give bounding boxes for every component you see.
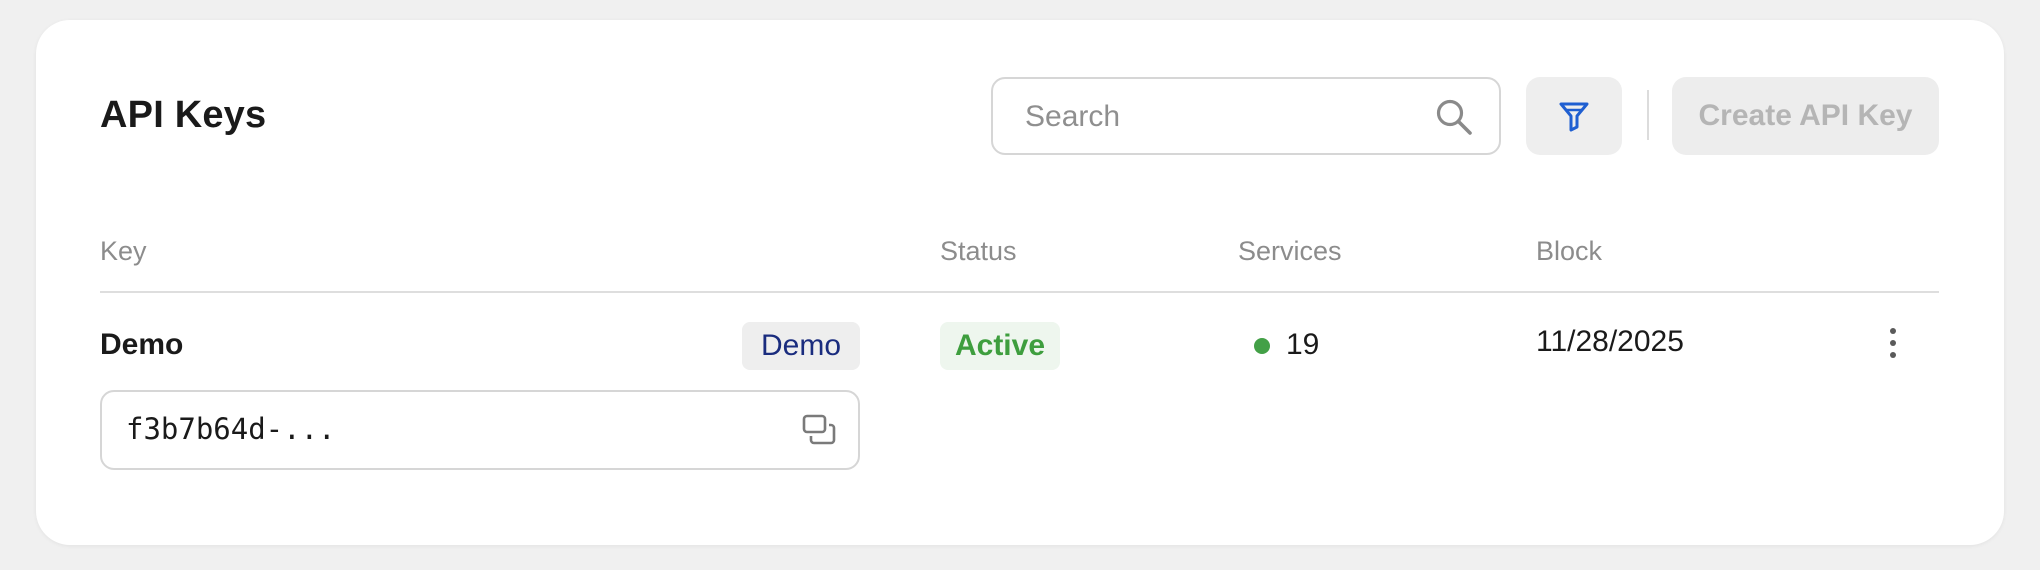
filter-button[interactable] (1526, 77, 1622, 155)
search-box[interactable] (991, 77, 1501, 155)
search-input[interactable] (1023, 79, 1407, 155)
toolbar-divider (1647, 90, 1649, 140)
column-header-services: Services (1238, 236, 1342, 266)
column-header-status: Status (940, 236, 1017, 266)
search-icon[interactable] (1435, 98, 1473, 136)
status-badge: Active (940, 322, 1060, 370)
services-count: 19 (1286, 328, 1320, 361)
key-tag-badge: Demo (742, 322, 860, 370)
filter-icon (1559, 102, 1589, 132)
api-key-value: f3b7b64d-... (126, 412, 336, 446)
create-api-key-button[interactable]: Create API Key (1672, 77, 1939, 155)
key-name: Demo (100, 328, 184, 361)
api-key-field[interactable]: f3b7b64d-... (100, 390, 860, 470)
page-title: API Keys (100, 94, 267, 136)
more-options-icon[interactable] (1884, 328, 1902, 368)
block-date: 11/28/2025 (1536, 325, 1684, 358)
column-header-block: Block (1536, 236, 1603, 266)
copy-icon[interactable] (802, 414, 836, 446)
services-status-dot (1254, 338, 1270, 354)
column-header-key: Key (100, 236, 147, 266)
api-keys-card: API Keys Create API Key Key Status Servi… (36, 20, 2004, 545)
header-divider (100, 291, 1939, 293)
